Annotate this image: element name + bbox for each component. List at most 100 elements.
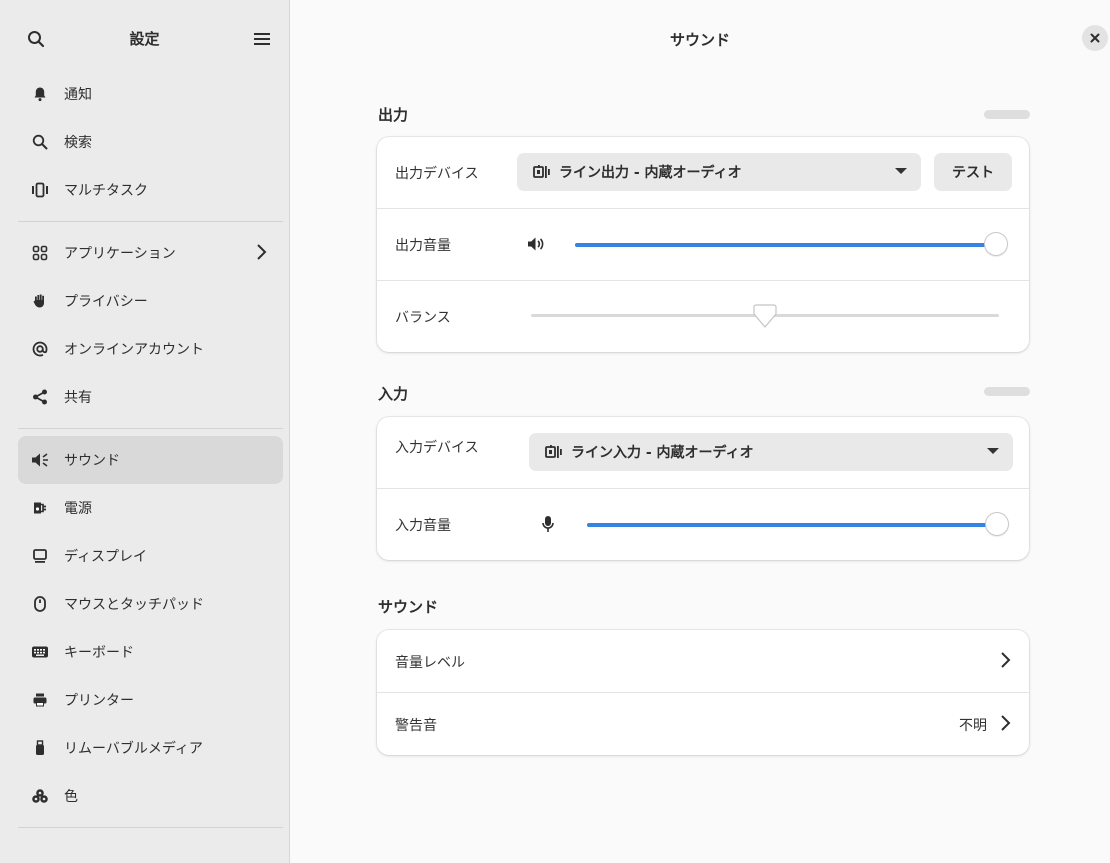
- power-icon: [30, 498, 50, 518]
- speaker-icon: [30, 450, 50, 470]
- page-title: サウンド: [669, 31, 730, 49]
- sounds-section-title: サウンド: [378, 598, 439, 616]
- sidebar-item-label: アプリケーション: [64, 246, 176, 262]
- sidebar-item-label: 共有: [64, 390, 92, 406]
- alert-sound-value: 不明: [959, 718, 987, 734]
- audio-port-icon: [545, 443, 563, 461]
- sidebar-item-label: オンラインアカウント: [64, 342, 204, 358]
- output-section-title: 出力: [378, 106, 409, 124]
- main-panel: サウンド 出力 出力デバイス ライン出力 - 内蔵オーディオ テスト 出力音量: [290, 0, 1110, 863]
- sidebar-item-sound[interactable]: サウンド: [18, 436, 283, 484]
- apps-grid-icon: [30, 243, 50, 263]
- balance-slider-handle[interactable]: [752, 303, 778, 333]
- input-volume-slider-handle[interactable]: [986, 513, 1008, 535]
- sidebar-item-label: 検索: [64, 135, 92, 151]
- sidebar-title: 設定: [129, 30, 160, 48]
- sidebar-item-label: プリンター: [64, 693, 134, 709]
- printer-icon: [30, 690, 50, 710]
- sidebar-item-label: キーボード: [64, 645, 134, 661]
- sidebar-item-label: サウンド: [64, 453, 120, 469]
- input-level-indicator: [984, 387, 1030, 396]
- sidebar-item-color[interactable]: 色: [18, 772, 283, 820]
- output-volume-label: 出力音量: [395, 238, 451, 254]
- sidebar-separator: [18, 827, 283, 828]
- sidebar-item-label: ディスプレイ: [64, 549, 148, 565]
- input-volume-fill: [587, 523, 997, 527]
- sidebar-item-label: マウスとタッチパッド: [64, 597, 204, 613]
- input-device-dropdown[interactable]: ライン入力 - 内蔵オーディオ: [529, 433, 1013, 471]
- alert-sound-row[interactable]: 警告音 不明: [377, 693, 1029, 755]
- microphone-icon: [541, 515, 555, 537]
- settings-window: 設定 通知 検索 マルチタスク アプリケーション プライバシー オンラインアカウ…: [0, 0, 1110, 863]
- close-icon: [1090, 33, 1100, 43]
- sidebar-item-applications[interactable]: アプリケーション: [18, 229, 283, 277]
- balance-row: バランス: [377, 281, 1029, 352]
- sidebar-item-search[interactable]: 検索: [18, 118, 283, 166]
- sidebar-separator: [18, 221, 283, 222]
- volume-levels-label: 音量レベル: [395, 655, 465, 671]
- balance-label: バランス: [395, 310, 451, 326]
- sidebar-item-label: 電源: [64, 501, 92, 517]
- dropdown-arrow-icon: [987, 448, 999, 454]
- sidebar-item-label: 色: [64, 789, 78, 805]
- sidebar: 設定 通知 検索 マルチタスク アプリケーション プライバシー オンラインアカウ…: [0, 0, 290, 863]
- audio-port-icon: [533, 163, 551, 181]
- multitask-icon: [30, 180, 50, 200]
- input-card: 入力デバイス ライン入力 - 内蔵オーディオ 入力音量: [377, 417, 1029, 560]
- output-device-label: 出力デバイス: [395, 166, 479, 182]
- test-button[interactable]: テスト: [934, 153, 1012, 191]
- output-volume-fill: [575, 243, 996, 247]
- input-section-title: 入力: [378, 385, 409, 403]
- display-icon: [30, 546, 50, 566]
- hamburger-icon: [254, 33, 270, 45]
- sidebar-item-label: 通知: [64, 87, 92, 103]
- sidebar-item-mouse-touchpad[interactable]: マウスとタッチパッド: [18, 580, 283, 628]
- output-device-row: 出力デバイス ライン出力 - 内蔵オーディオ テスト: [377, 137, 1029, 209]
- output-volume-slider-handle[interactable]: [985, 233, 1007, 255]
- sidebar-item-displays[interactable]: ディスプレイ: [18, 532, 283, 580]
- input-volume-label: 入力音量: [395, 518, 451, 534]
- sidebar-item-multitasking[interactable]: マルチタスク: [18, 166, 283, 214]
- sidebar-item-removable-media[interactable]: リムーバブルメディア: [18, 724, 283, 772]
- at-sign-icon: [30, 339, 50, 359]
- sidebar-header: 設定: [0, 0, 289, 76]
- search-icon: [30, 132, 50, 152]
- input-device-value: ライン入力 - 内蔵オーディオ: [571, 445, 754, 461]
- input-volume-row: 入力音量: [377, 489, 1029, 560]
- output-device-value: ライン出力 - 内蔵オーディオ: [559, 165, 742, 181]
- mouse-icon: [30, 594, 50, 614]
- output-card: 出力デバイス ライン出力 - 内蔵オーディオ テスト 出力音量 バランス: [377, 137, 1029, 352]
- sidebar-item-notifications[interactable]: 通知: [18, 70, 283, 118]
- speaker-volume-icon: [527, 236, 545, 256]
- output-device-dropdown[interactable]: ライン出力 - 内蔵オーディオ: [517, 153, 921, 191]
- share-icon: [30, 387, 50, 407]
- sidebar-item-printers[interactable]: プリンター: [18, 676, 283, 724]
- alert-sound-label: 警告音: [395, 718, 437, 734]
- sidebar-separator: [18, 428, 283, 429]
- hand-icon: [30, 291, 50, 311]
- sidebar-item-label: リムーバブルメディア: [64, 741, 203, 757]
- chevron-right-icon: [999, 714, 1011, 736]
- sounds-card: 音量レベル 警告音 不明: [377, 630, 1029, 755]
- sidebar-item-label: マルチタスク: [64, 183, 148, 199]
- sidebar-item-sharing[interactable]: 共有: [18, 373, 283, 421]
- sidebar-item-label: プライバシー: [64, 294, 148, 310]
- keyboard-icon: [30, 642, 50, 662]
- chevron-right-icon: [255, 243, 267, 265]
- main-menu-button[interactable]: [248, 25, 276, 53]
- bell-icon: [30, 84, 50, 104]
- input-device-label: 入力デバイス: [395, 440, 479, 456]
- close-button[interactable]: [1082, 25, 1108, 51]
- chevron-right-icon: [999, 651, 1011, 673]
- sidebar-item-privacy[interactable]: プライバシー: [18, 277, 283, 325]
- sidebar-item-keyboard[interactable]: キーボード: [18, 628, 283, 676]
- input-device-row: 入力デバイス ライン入力 - 内蔵オーディオ: [377, 417, 1029, 489]
- volume-levels-row[interactable]: 音量レベル: [377, 630, 1029, 693]
- usb-icon: [30, 738, 50, 758]
- color-icon: [30, 786, 50, 806]
- sidebar-item-online-accounts[interactable]: オンラインアカウント: [18, 325, 283, 373]
- dropdown-arrow-icon: [895, 168, 907, 174]
- output-level-indicator: [984, 110, 1030, 119]
- sidebar-list: 通知 検索 マルチタスク アプリケーション プライバシー オンラインアカウント …: [0, 70, 289, 835]
- sidebar-item-power[interactable]: 電源: [18, 484, 283, 532]
